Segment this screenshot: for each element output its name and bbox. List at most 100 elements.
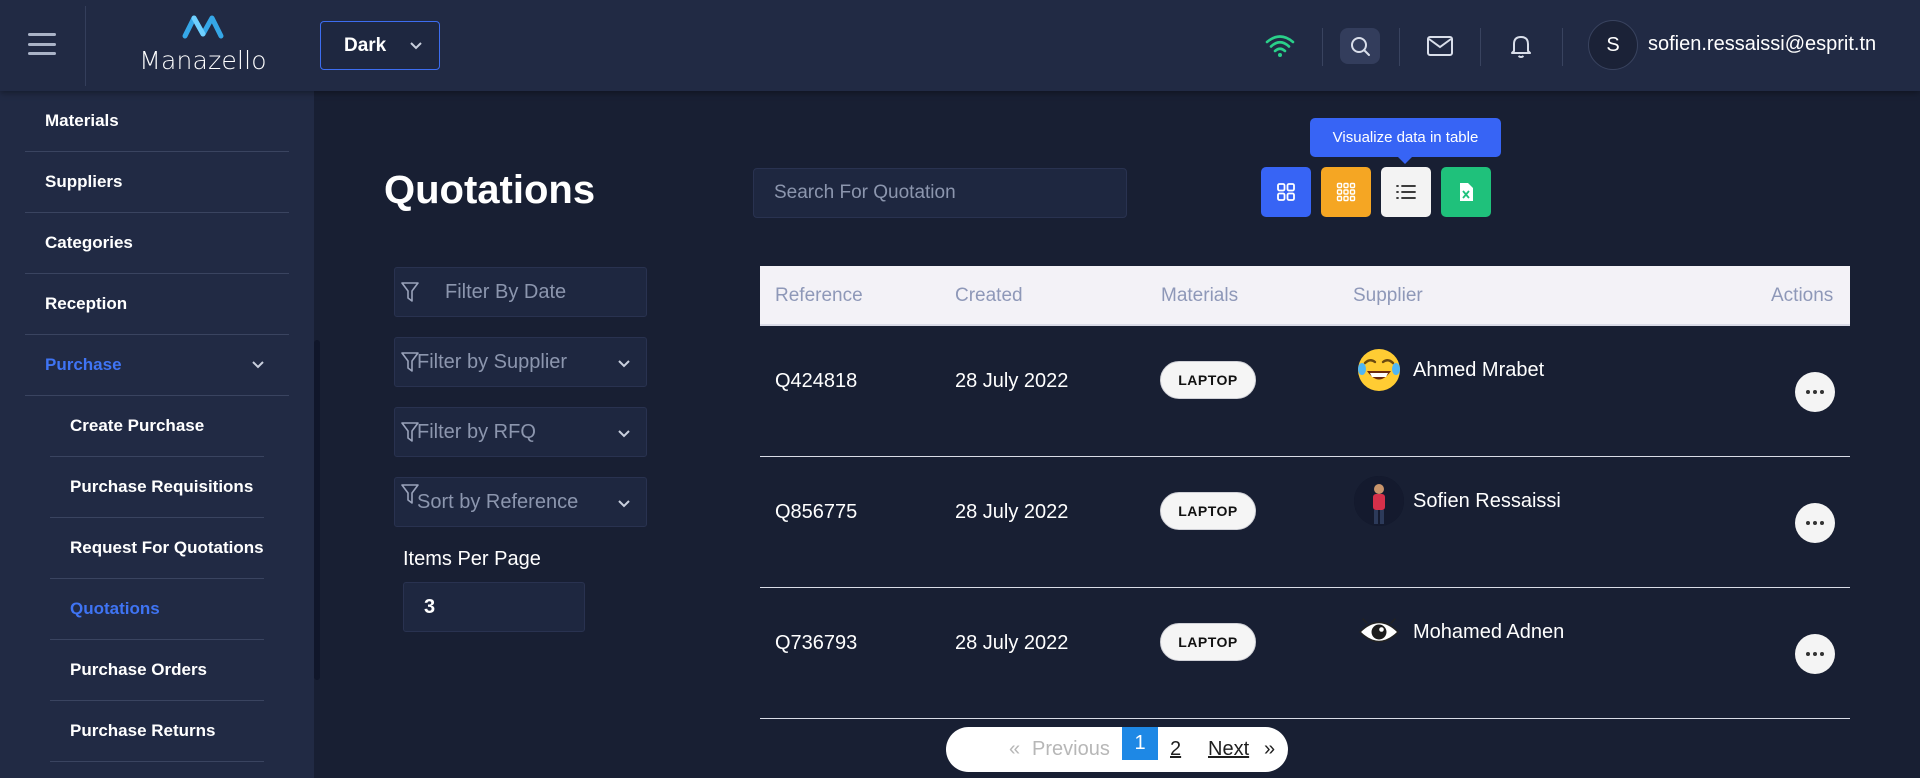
excel-export-icon [1460, 183, 1473, 201]
grid-view-button[interactable] [1261, 167, 1311, 217]
sidebar-item-request-for-quotations[interactable]: Request For Quotations [50, 518, 264, 579]
supplier-name: Sofien Ressaissi [1413, 490, 1561, 512]
sidebar-item-create-purchase[interactable]: Create Purchase [50, 396, 264, 457]
logo-text: Manazello [139, 46, 267, 75]
pagination: « Previous 1 2 Next » [946, 727, 1288, 772]
material-badge: LAPTOP [1160, 623, 1256, 661]
grid-view-icon [1277, 183, 1295, 201]
sidebar-item-label: Purchase Requisitions [70, 477, 254, 496]
reference-cell: Q856775 [775, 501, 858, 523]
eye-emoji-icon [1354, 607, 1404, 657]
bell-icon[interactable] [1501, 26, 1541, 66]
filter-icon [401, 282, 419, 302]
sidebar-item-label: Request For Quotations [70, 538, 264, 557]
sort-by-reference[interactable]: Sort by Reference [394, 477, 647, 527]
more-horizontal-icon [1806, 652, 1824, 656]
dense-grid-view-icon [1336, 182, 1356, 202]
supplier-name: Ahmed Mrabet [1413, 359, 1545, 381]
sidebar-item-purchase-requisitions[interactable]: Purchase Requisitions [50, 457, 264, 518]
column-header-created[interactable]: Created [955, 285, 1023, 307]
wifi-icon [1260, 26, 1300, 66]
sidebar-item-suppliers[interactable]: Suppliers [25, 152, 289, 213]
created-cell: 28 July 2022 [955, 370, 1069, 392]
created-cell: 28 July 2022 [955, 501, 1069, 523]
theme-select-value: Dark [344, 34, 387, 56]
theme-select[interactable]: Dark [320, 21, 440, 70]
excel-export-button[interactable] [1441, 167, 1491, 217]
pagination-last[interactable]: » [1264, 738, 1275, 761]
header-divider [1322, 28, 1323, 66]
row-actions-button[interactable] [1795, 503, 1835, 543]
reference-cell: Q424818 [775, 370, 858, 392]
filter-by-rfq-label: Filter by RFQ [417, 421, 536, 443]
app-logo[interactable]: Manazello [130, 10, 276, 78]
column-header-reference[interactable]: Reference [775, 285, 863, 307]
sidebar-item-label: Purchase Returns [70, 721, 216, 740]
created-cell: 28 July 2022 [955, 632, 1069, 654]
sidebar-item-categories[interactable]: Categories [25, 213, 289, 274]
header-divider [1399, 28, 1400, 66]
column-header-materials[interactable]: Materials [1161, 285, 1238, 307]
sidebar-item-label: Materials [45, 111, 119, 130]
header-divider [1562, 28, 1563, 66]
sidebar-item-label: Purchase Orders [70, 660, 208, 679]
table-row[interactable]: Q424818 28 July 2022 LAPTOP Ahmed Mrabet [760, 326, 1850, 457]
user-initial: S [1606, 33, 1620, 56]
table-row[interactable]: Q736793 28 July 2022 LAPTOP Mohamed Adne… [760, 588, 1850, 719]
material-badge: LAPTOP [1160, 492, 1256, 530]
sidebar-item-label: Suppliers [45, 172, 123, 191]
sidebar-item-quotations[interactable]: Quotations [50, 579, 264, 640]
table-header: Reference Created Materials Supplier Act… [760, 266, 1850, 326]
sidebar-item-label: Quotations [70, 599, 160, 618]
filter-by-date-label: Filter By Date [445, 281, 567, 303]
sidebar-item-purchase-returns[interactable]: Purchase Returns [50, 701, 264, 762]
sidebar-item-label: Categories [45, 233, 133, 252]
pagination-next[interactable]: Next [1208, 738, 1249, 761]
column-header-supplier[interactable]: Supplier [1353, 285, 1423, 307]
user-avatar[interactable]: S [1588, 20, 1638, 70]
mail-icon[interactable] [1420, 26, 1460, 66]
sidebar-item-purchase[interactable]: Purchase [25, 335, 289, 396]
header-divider [1480, 28, 1481, 66]
chevron-down-icon [618, 430, 630, 438]
column-header-actions: Actions [1771, 285, 1834, 306]
sidebar: Materials Suppliers Categories Reception… [0, 91, 314, 778]
filter-by-date[interactable]: Filter By Date [394, 267, 647, 317]
pagination-previous: Previous [1032, 738, 1110, 760]
dense-grid-view-button[interactable] [1321, 167, 1371, 217]
header-divider [85, 6, 86, 86]
more-horizontal-icon [1806, 521, 1824, 525]
sidebar-scrollbar[interactable] [314, 340, 320, 680]
sidebar-item-materials[interactable]: Materials [25, 91, 289, 152]
filter-by-supplier[interactable]: Filter by Supplier [394, 337, 647, 387]
menu-icon[interactable] [28, 33, 56, 55]
list-view-icon [1396, 185, 1416, 199]
search-input[interactable] [753, 168, 1127, 218]
filter-by-supplier-label: Filter by Supplier [417, 351, 568, 373]
sidebar-item-label: Purchase [45, 355, 122, 374]
list-view-button[interactable] [1381, 167, 1431, 217]
items-per-page-label: Items Per Page [403, 548, 541, 570]
page-title: Quotations [384, 168, 596, 212]
items-per-page-input[interactable] [403, 582, 585, 632]
pagination-page-1[interactable]: 1 [1122, 727, 1158, 760]
filter-by-rfq[interactable]: Filter by RFQ [394, 407, 647, 457]
chevron-down-icon [410, 42, 422, 50]
sidebar-item-reception[interactable]: Reception [25, 274, 289, 335]
material-badge: LAPTOP [1160, 361, 1256, 399]
laughing-emoji-icon [1354, 345, 1404, 395]
chevron-down-icon [618, 360, 630, 368]
reference-cell: Q736793 [775, 632, 858, 654]
logo-mark-icon [182, 15, 224, 39]
pagination-first: « [1009, 738, 1021, 760]
table-row[interactable]: Q856775 28 July 2022 LAPTOP Sofien Ressa… [760, 457, 1850, 588]
sidebar-item-purchase-orders[interactable]: Purchase Orders [50, 640, 264, 701]
person-photo-avatar [1354, 476, 1404, 526]
view-tooltip: Visualize data in table [1310, 118, 1501, 164]
row-actions-button[interactable] [1795, 372, 1835, 412]
row-actions-button[interactable] [1795, 634, 1835, 674]
search-icon[interactable] [1340, 28, 1380, 64]
user-email[interactable]: sofien.ressaissi@esprit.tn [1648, 33, 1876, 56]
pagination-page-2[interactable]: 2 [1170, 738, 1181, 761]
sidebar-item-label: Create Purchase [70, 416, 205, 435]
